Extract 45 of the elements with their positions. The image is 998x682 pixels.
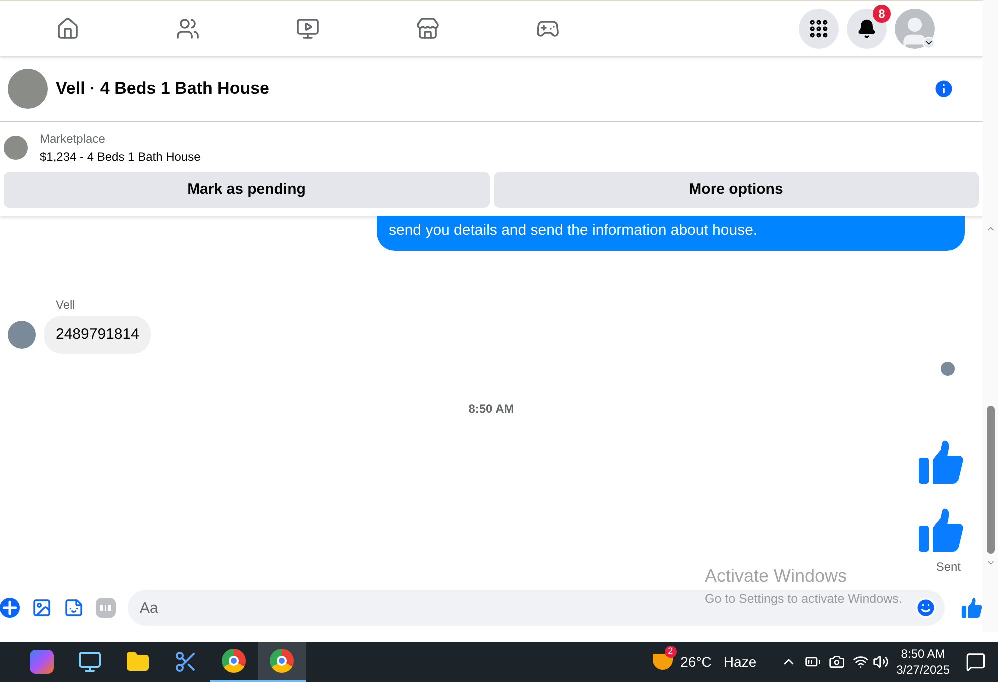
weather-badge: 2 <box>664 646 677 658</box>
add-icon[interactable] <box>0 598 20 618</box>
volume-icon[interactable] <box>872 654 889 670</box>
folder-app-icon <box>126 650 150 674</box>
listing-action-button[interactable]: Mark as pending <box>4 172 490 208</box>
grid-icon <box>808 18 830 40</box>
listing-source: Marketplace <box>40 131 106 148</box>
scissors-app-icon <box>174 650 198 674</box>
wifi-icon[interactable] <box>852 654 869 670</box>
activation-notice-title: Activate Windows <box>705 565 848 588</box>
notification-badge: 8 <box>873 4 891 22</box>
outgoing-message: send you details and send the information about house. <box>377 216 965 250</box>
message-timestamp: 8:50 AM <box>468 401 514 418</box>
thumbs-up-icon <box>917 506 965 554</box>
sticker-icon[interactable] <box>64 598 84 618</box>
thumbs-up-icon <box>917 438 965 486</box>
info-icon[interactable] <box>933 78 955 100</box>
camera-icon[interactable] <box>828 654 845 670</box>
bell-icon <box>857 18 877 38</box>
incoming-message: 2489791814 <box>44 316 152 354</box>
chrome-app-icon <box>222 649 246 673</box>
listing-title: $1,234 - 4 Beds 1 Bath House <box>40 149 201 166</box>
sender-avatar <box>8 320 36 349</box>
temperature: 26°C <box>680 652 712 672</box>
thumbs-up-icon <box>961 597 983 619</box>
activation-notice-text: Go to Settings to activate Windows. <box>705 591 902 608</box>
seen-avatar <box>941 362 955 376</box>
weather-condition: Haze <box>724 652 757 672</box>
menu-button[interactable] <box>799 8 839 48</box>
monitor-app-icon <box>78 650 102 674</box>
sent-status: Sent <box>936 559 961 576</box>
listing-photo <box>4 136 28 160</box>
conversation-title: Vell · 4 Beds 1 Bath House <box>56 78 270 100</box>
chrome-app-icon <box>270 649 294 673</box>
copilot-app-icon <box>30 650 54 674</box>
photo-icon[interactable] <box>32 598 52 618</box>
clock-time: 8:50 AM <box>901 646 946 662</box>
listing-action-button[interactable]: More options <box>494 172 979 208</box>
taskbar-app[interactable] <box>258 642 306 682</box>
scrollbar-thumb[interactable] <box>986 406 994 554</box>
notifications-icon[interactable] <box>966 652 986 672</box>
listing-photo <box>8 69 48 109</box>
clock-date: 3/27/2025 <box>896 662 950 678</box>
sender-name: Vell <box>56 296 76 314</box>
notifications-button[interactable] <box>847 8 887 48</box>
